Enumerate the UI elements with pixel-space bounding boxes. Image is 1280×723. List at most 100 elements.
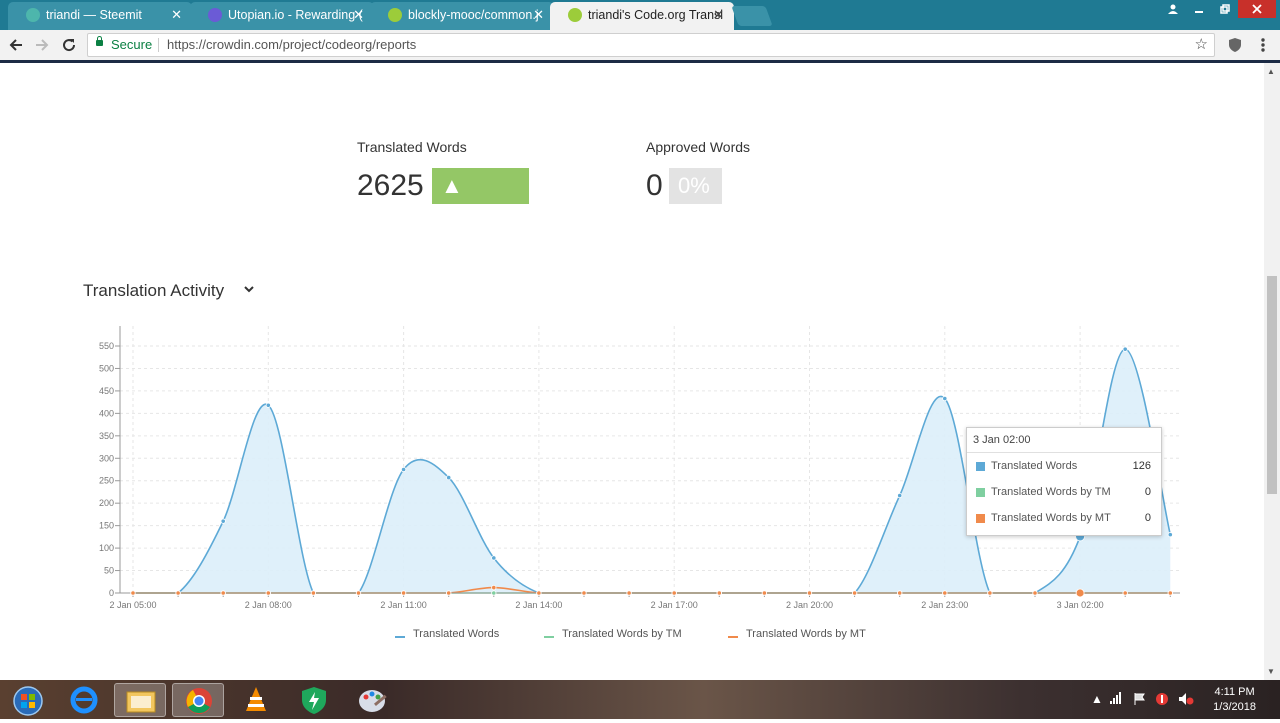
- legend-translated-words-mt[interactable]: Translated Words by MT: [746, 628, 866, 640]
- menu-dots-icon[interactable]: [1252, 34, 1274, 56]
- data-point: [626, 590, 632, 596]
- data-point: [400, 466, 407, 473]
- browser-tab-codeorg[interactable]: triandi's Code.org Transl ✕: [550, 2, 734, 30]
- data-point: [987, 590, 993, 596]
- y-tick-label: 400: [99, 408, 114, 418]
- paint-icon[interactable]: [346, 683, 398, 717]
- tab-title: blockly-mooc/common.j: [408, 8, 539, 22]
- scroll-up-icon[interactable]: ▲: [1267, 67, 1275, 76]
- data-point: [175, 590, 181, 596]
- data-point: [942, 395, 948, 402]
- x-tick-label: 2 Jan 23:00: [921, 600, 968, 610]
- x-tick-label: 2 Jan 20:00: [786, 600, 833, 610]
- forward-arrow-icon[interactable]: [31, 34, 53, 56]
- bookmark-star-icon[interactable]: ☆: [1195, 34, 1208, 56]
- data-point: [446, 474, 452, 481]
- chrome-icon[interactable]: [172, 683, 224, 717]
- translated-percent-badge: ▲ 100%: [432, 168, 529, 234]
- new-tab-button[interactable]: [731, 6, 773, 26]
- taskbar-clock[interactable]: 4:11 PM 1/3/2018: [1213, 685, 1256, 715]
- translation-activity-title[interactable]: Translation Activity: [83, 281, 224, 301]
- x-tick-label: 2 Jan 14:00: [515, 600, 562, 610]
- y-tick-label: 500: [99, 363, 114, 373]
- tooltip-series-value: 0: [1144, 512, 1151, 524]
- secure-label: Secure: [111, 37, 153, 52]
- tooltip-swatch: [976, 514, 985, 523]
- steemit-favicon-icon: [26, 8, 40, 22]
- reload-icon[interactable]: [58, 34, 80, 56]
- y-tick-label: 250: [99, 476, 114, 486]
- close-tab-icon[interactable]: ✕: [533, 2, 544, 28]
- y-tick-label: 200: [99, 498, 114, 508]
- data-point: [897, 492, 903, 499]
- browser-tab-steemit[interactable]: triandi — Steemit ✕: [8, 2, 192, 30]
- close-tab-icon[interactable]: ✕: [353, 2, 364, 28]
- data-point: [1075, 588, 1085, 598]
- close-tab-icon[interactable]: ✕: [171, 2, 182, 28]
- shield-extension-icon[interactable]: [1224, 34, 1246, 56]
- legend-translated-words-tm[interactable]: Translated Words by TM: [562, 628, 682, 640]
- x-tick-label: 3 Jan 02:00: [1057, 600, 1104, 610]
- file-explorer-icon[interactable]: [114, 683, 166, 717]
- profile-icon[interactable]: [1160, 0, 1186, 18]
- data-point: [851, 590, 858, 596]
- x-tick-label: 2 Jan 08:00: [245, 600, 292, 610]
- tab-title: Utopian.io - Rewarding (: [228, 8, 363, 22]
- close-window-icon[interactable]: [1238, 0, 1276, 18]
- y-tick-label: 300: [99, 453, 114, 463]
- action-center-flag-icon[interactable]: [1133, 692, 1147, 709]
- scroll-down-icon[interactable]: ▼: [1267, 667, 1275, 676]
- approved-percent-badge: 0%: [669, 168, 722, 204]
- translated-words-value: 2625: [357, 169, 424, 202]
- security-tray-icon[interactable]: [1155, 692, 1169, 709]
- back-arrow-icon[interactable]: [5, 34, 27, 56]
- utopian-favicon-icon: [208, 8, 222, 22]
- vlc-icon[interactable]: [230, 683, 282, 717]
- data-point: [1122, 590, 1128, 596]
- internet-explorer-icon[interactable]: [58, 683, 110, 717]
- chart-tooltip: 3 Jan 02:00 Translated Words 126 Transla…: [966, 427, 1162, 536]
- data-point: [491, 590, 497, 596]
- tray-expand-icon[interactable]: ▲: [1091, 692, 1103, 706]
- minimize-icon[interactable]: [1186, 0, 1212, 18]
- data-point: [220, 590, 226, 596]
- data-point: [806, 590, 813, 596]
- data-point: [761, 590, 768, 596]
- page-scrollbar[interactable]: ▲ ▼: [1264, 63, 1280, 680]
- chevron-down-icon[interactable]: [244, 284, 254, 294]
- volume-muted-icon[interactable]: [1178, 692, 1194, 709]
- crowdin-favicon-icon: [568, 8, 582, 22]
- y-tick-label: 550: [99, 341, 114, 351]
- tooltip-title: 3 Jan 02:00: [973, 434, 1031, 446]
- data-point: [265, 590, 271, 596]
- scrollbar-thumb[interactable]: [1267, 276, 1277, 494]
- tooltip-series-name: Translated Words by MT: [991, 512, 1111, 524]
- restore-icon[interactable]: [1212, 0, 1238, 18]
- tooltip-series-value: 126: [1132, 460, 1151, 472]
- legend-swatch-mt: [728, 636, 738, 638]
- y-tick-label: 0: [109, 588, 114, 598]
- address-divider: [158, 38, 159, 52]
- address-bar[interactable]: Secure https://crowdin.com/project/codeo…: [87, 33, 1215, 57]
- legend-swatch-translated: [395, 636, 405, 638]
- data-point: [265, 402, 271, 408]
- shield-app-icon[interactable]: [288, 683, 340, 717]
- y-tick-label: 450: [99, 386, 114, 396]
- y-tick-label: 150: [99, 521, 114, 531]
- tooltip-swatch: [976, 462, 985, 471]
- data-point: [491, 585, 497, 591]
- signal-icon[interactable]: [1110, 692, 1124, 707]
- y-tick-label: 50: [104, 566, 114, 576]
- close-tab-icon[interactable]: ✕: [713, 2, 724, 28]
- data-point: [1167, 532, 1173, 538]
- start-orb-icon[interactable]: [2, 683, 54, 717]
- browser-tab-utopian[interactable]: Utopian.io - Rewarding ( ✕: [190, 2, 374, 30]
- data-point: [220, 518, 226, 524]
- url-text[interactable]: https://crowdin.com/project/codeorg/repo…: [167, 34, 416, 56]
- legend-translated-words[interactable]: Translated Words: [413, 628, 499, 640]
- browser-tab-bar: triandi — Steemit ✕ Utopian.io - Rewardi…: [0, 0, 1280, 30]
- x-tick-label: 2 Jan 17:00: [651, 600, 698, 610]
- browser-tab-blockly[interactable]: blockly-mooc/common.j ✕: [370, 2, 554, 30]
- data-point: [400, 590, 407, 596]
- data-point: [581, 590, 587, 596]
